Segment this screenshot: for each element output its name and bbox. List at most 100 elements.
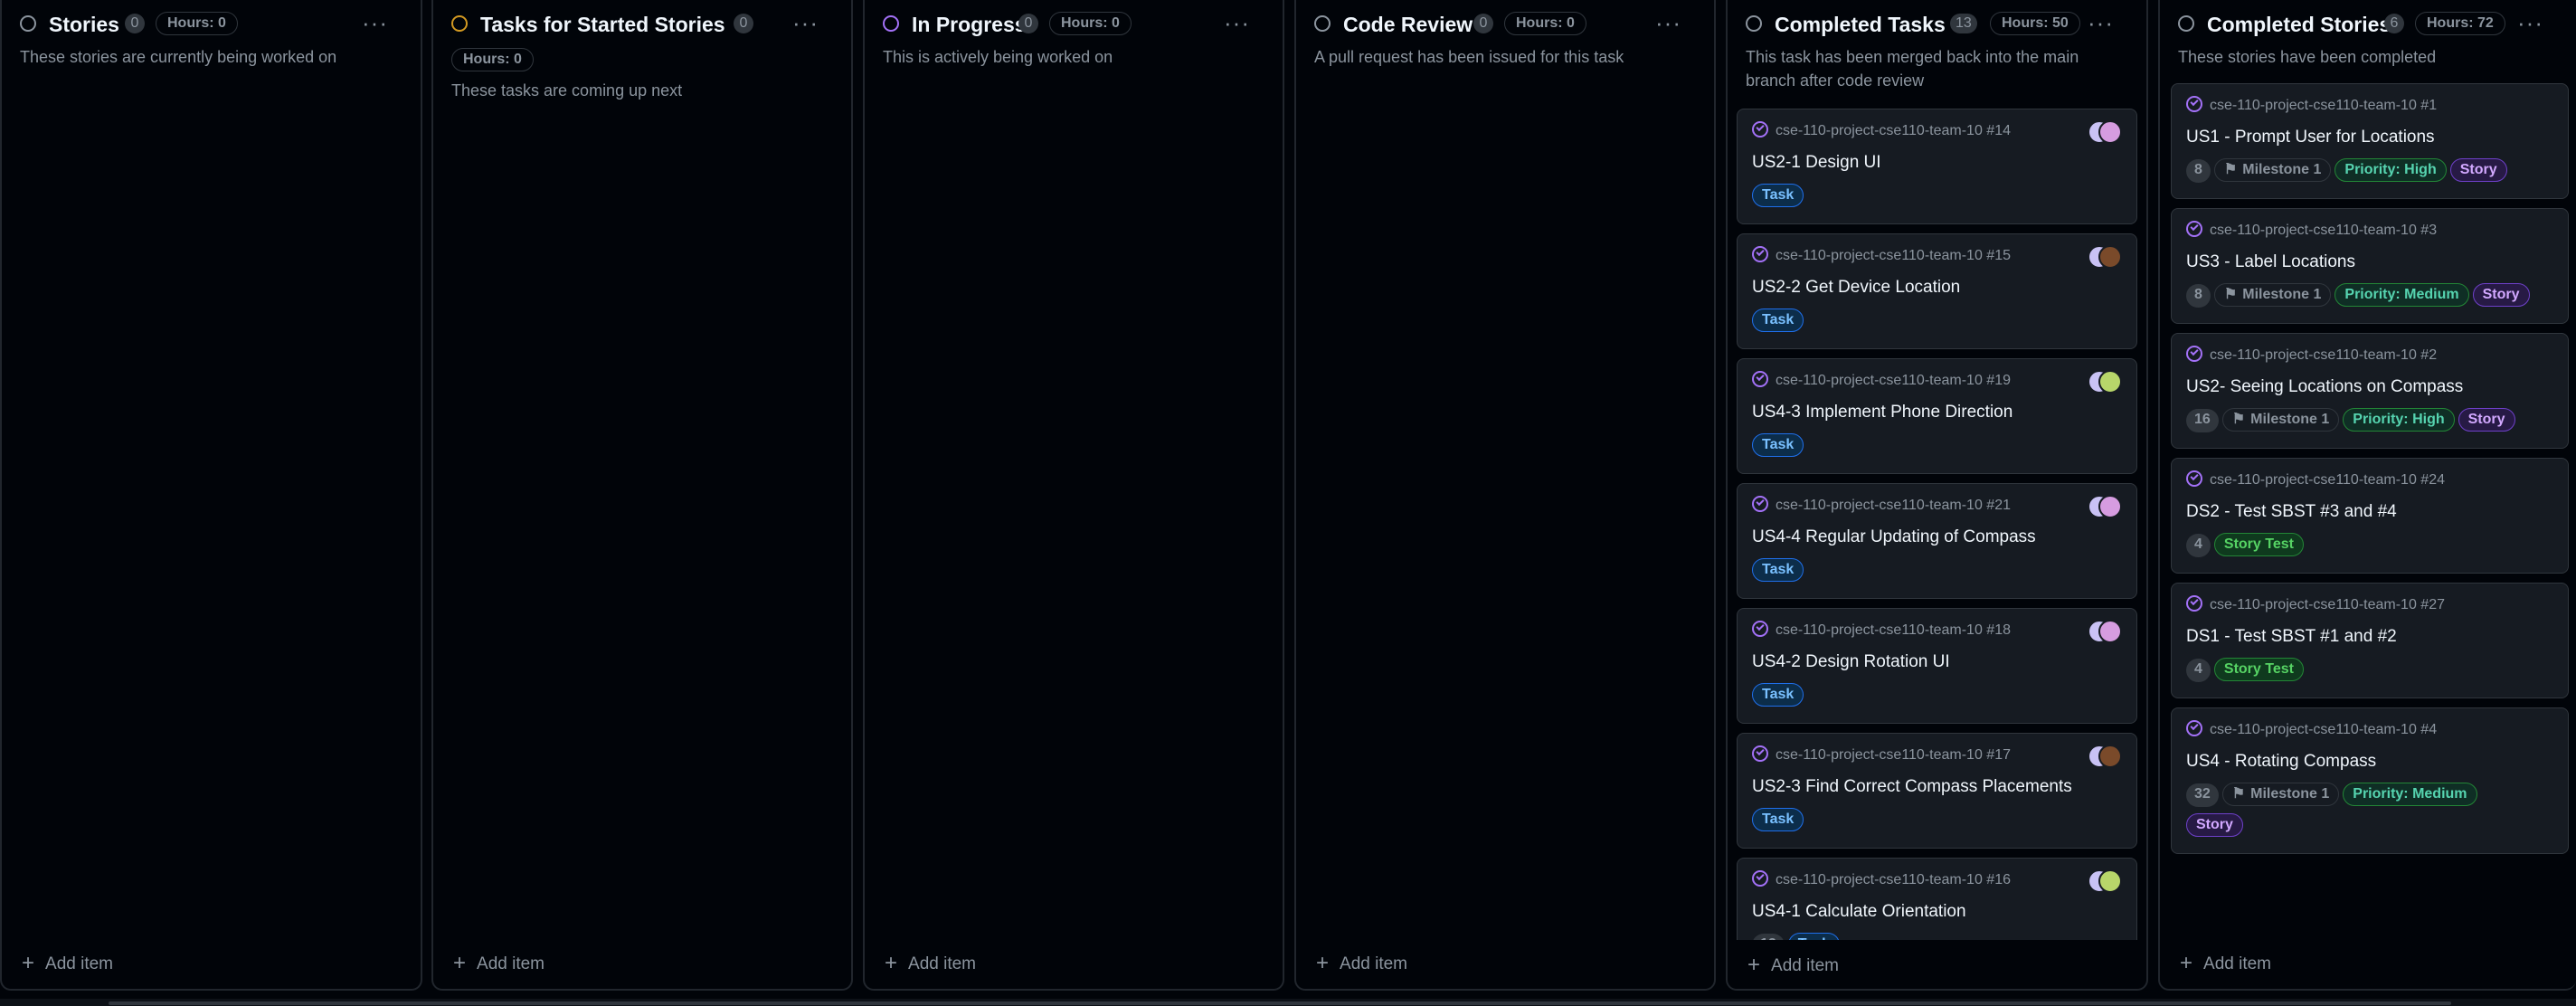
issue-card[interactable]: cse-110-project-cse110-team-10 #3 US3 - … bbox=[2171, 208, 2569, 324]
issue-closed-icon bbox=[1752, 870, 1768, 887]
item-count-badge: 0 bbox=[125, 14, 145, 33]
label-priority[interactable]: Priority: Medium bbox=[2343, 783, 2477, 806]
label-story[interactable]: Story bbox=[2458, 408, 2515, 432]
card-title[interactable]: US2- Seeing Locations on Compass bbox=[2186, 375, 2553, 399]
label-priority[interactable]: Priority: High bbox=[2343, 408, 2455, 432]
add-item-button[interactable]: + Add item bbox=[22, 951, 113, 976]
issue-card[interactable]: cse-110-project-cse110-team-10 #19 US4-3… bbox=[1737, 358, 2137, 474]
item-count-badge: 6 bbox=[2384, 14, 2404, 33]
column-header: Completed Tasks 13 Hours: 50 ··· bbox=[1746, 9, 2128, 40]
add-item-button[interactable]: + Add item bbox=[1316, 951, 1407, 976]
issue-card[interactable]: cse-110-project-cse110-team-10 #2 US2- S… bbox=[2171, 333, 2569, 449]
issue-card[interactable]: cse-110-project-cse110-team-10 #27 DS1 -… bbox=[2171, 583, 2569, 698]
label-task[interactable]: Task bbox=[1752, 808, 1804, 831]
column-title: In Progress bbox=[912, 13, 1027, 36]
card-title[interactable]: US4 - Rotating Compass bbox=[2186, 750, 2553, 773]
card-title[interactable]: US4-3 Implement Phone Direction bbox=[1752, 401, 2122, 424]
estimate-badge: 16 bbox=[2186, 409, 2219, 432]
assignee-avatars[interactable] bbox=[2088, 869, 2122, 895]
issue-card[interactable]: cse-110-project-cse110-team-10 #18 US4-2… bbox=[1737, 608, 2137, 724]
status-circle-icon bbox=[883, 15, 899, 32]
issue-card[interactable]: cse-110-project-cse110-team-10 #16 US4-1… bbox=[1737, 858, 2137, 940]
more-options-icon[interactable]: ··· bbox=[1224, 9, 1250, 37]
add-item-button[interactable]: + Add item bbox=[1747, 953, 1839, 978]
add-item-button[interactable]: + Add item bbox=[885, 951, 976, 976]
more-options-icon[interactable]: ··· bbox=[362, 9, 388, 37]
plus-icon: + bbox=[22, 951, 35, 975]
card-title[interactable]: US4-2 Design Rotation UI bbox=[1752, 650, 2122, 674]
label-priority[interactable]: Priority: Medium bbox=[2334, 283, 2469, 307]
issue-closed-icon bbox=[2186, 595, 2202, 612]
issue-card[interactable]: cse-110-project-cse110-team-10 #15 US2-2… bbox=[1737, 233, 2137, 349]
assignee-avatars[interactable] bbox=[2088, 120, 2122, 146]
issue-card[interactable]: cse-110-project-cse110-team-10 #14 US2-1… bbox=[1737, 109, 2137, 224]
label-task[interactable]: Task bbox=[1752, 184, 1804, 207]
assignee-avatars[interactable] bbox=[2088, 495, 2122, 520]
label-story-test[interactable]: Story Test bbox=[2213, 658, 2304, 681]
card-repo: cse-110-project-cse110-team-10 #17 bbox=[1776, 747, 2011, 763]
more-options-icon[interactable]: ··· bbox=[1655, 9, 1681, 37]
card-repo: cse-110-project-cse110-team-10 #14 bbox=[1776, 123, 2011, 138]
issue-closed-icon bbox=[2186, 96, 2202, 112]
scrollbar-thumb[interactable] bbox=[109, 1001, 2451, 1005]
column-title: Tasks for Started Stories bbox=[480, 13, 725, 36]
avatar bbox=[2098, 620, 2122, 643]
column-description: This task has been merged back into the … bbox=[1746, 48, 2079, 90]
issue-card[interactable]: cse-110-project-cse110-team-10 #24 DS2 -… bbox=[2171, 458, 2569, 574]
assignee-avatars[interactable] bbox=[2088, 620, 2122, 645]
label-story[interactable]: Story bbox=[2472, 283, 2530, 307]
assignee-avatars[interactable] bbox=[2088, 370, 2122, 395]
plus-icon: + bbox=[885, 951, 898, 975]
column-header: Completed Stories 6 Hours: 72 ··· bbox=[2178, 9, 2558, 40]
card-title[interactable]: DS2 - Test SBST #3 and #4 bbox=[2186, 500, 2553, 524]
status-circle-icon bbox=[20, 15, 36, 32]
column-header: Tasks for Started Stories 0 ··· bbox=[451, 9, 833, 40]
issue-closed-icon bbox=[2186, 346, 2202, 362]
avatar bbox=[2098, 245, 2122, 269]
label-task[interactable]: Task bbox=[1752, 683, 1804, 707]
add-item-button[interactable]: + Add item bbox=[2180, 951, 2271, 976]
milestone-badge[interactable]: ⚑ Milestone 1 bbox=[2221, 408, 2340, 432]
milestone-badge[interactable]: ⚑ Milestone 1 bbox=[2221, 783, 2340, 806]
assignee-avatars[interactable] bbox=[2088, 745, 2122, 770]
more-options-icon[interactable]: ··· bbox=[792, 9, 819, 37]
estimate-badge: 8 bbox=[2186, 284, 2211, 308]
card-title[interactable]: US3 - Label Locations bbox=[2186, 251, 2553, 274]
label-story[interactable]: Story bbox=[2449, 158, 2507, 182]
card-title[interactable]: US2-2 Get Device Location bbox=[1752, 276, 2122, 299]
issue-closed-icon bbox=[1752, 496, 1768, 512]
horizontal-scrollbar[interactable] bbox=[0, 999, 2576, 1006]
card-repo: cse-110-project-cse110-team-10 #3 bbox=[2210, 223, 2438, 238]
card-title[interactable]: US2-3 Find Correct Compass Placements bbox=[1752, 775, 2122, 799]
label-task[interactable]: Task bbox=[1752, 308, 1804, 332]
issue-card[interactable]: cse-110-project-cse110-team-10 #21 US4-4… bbox=[1737, 483, 2137, 599]
estimate-badge: 4 bbox=[2186, 534, 2211, 557]
card-title[interactable]: US4-1 Calculate Orientation bbox=[1752, 900, 2122, 924]
assignee-avatars[interactable] bbox=[2088, 245, 2122, 270]
issue-closed-icon bbox=[2186, 470, 2202, 487]
issue-card[interactable]: cse-110-project-cse110-team-10 #4 US4 - … bbox=[2171, 707, 2569, 854]
label-story[interactable]: Story bbox=[2186, 813, 2243, 837]
issue-card[interactable]: cse-110-project-cse110-team-10 #1 US1 - … bbox=[2171, 83, 2569, 199]
card-repo: cse-110-project-cse110-team-10 #4 bbox=[2210, 722, 2438, 737]
card-list: cse-110-project-cse110-team-10 #1 US1 - … bbox=[2171, 83, 2569, 929]
milestone-badge[interactable]: ⚑ Milestone 1 bbox=[2213, 158, 2332, 182]
card-title[interactable]: US4-4 Regular Updating of Compass bbox=[1752, 526, 2122, 549]
column-title: Code Review bbox=[1343, 13, 1473, 36]
label-task[interactable]: Task bbox=[1787, 933, 1841, 940]
label-story-test[interactable]: Story Test bbox=[2213, 533, 2304, 556]
card-title[interactable]: US2-1 Design UI bbox=[1752, 151, 2122, 175]
avatar bbox=[2098, 370, 2122, 394]
more-options-icon[interactable]: ··· bbox=[2088, 9, 2114, 37]
card-title[interactable]: US1 - Prompt User for Locations bbox=[2186, 126, 2553, 149]
more-options-icon[interactable]: ··· bbox=[2517, 9, 2543, 37]
card-title[interactable]: DS1 - Test SBST #1 and #2 bbox=[2186, 625, 2553, 649]
milestone-badge[interactable]: ⚑ Milestone 1 bbox=[2213, 283, 2332, 307]
add-item-button[interactable]: + Add item bbox=[453, 951, 545, 976]
label-priority[interactable]: Priority: High bbox=[2334, 158, 2447, 182]
avatar bbox=[2098, 745, 2122, 768]
column-description: These stories have been completed bbox=[2178, 48, 2437, 66]
issue-card[interactable]: cse-110-project-cse110-team-10 #17 US2-3… bbox=[1737, 733, 2137, 849]
label-task[interactable]: Task bbox=[1752, 433, 1804, 457]
label-task[interactable]: Task bbox=[1752, 558, 1804, 582]
